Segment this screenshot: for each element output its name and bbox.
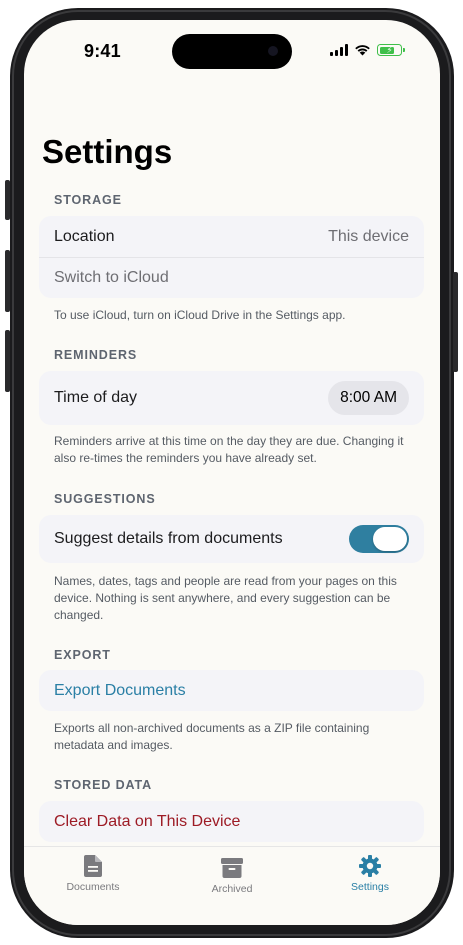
time-of-day-label: Time of day — [54, 389, 137, 406]
switch-to-icloud-row[interactable]: Switch to iCloud — [39, 257, 424, 298]
time-of-day-row: Time of day 8:00 AM — [39, 371, 424, 425]
tab-documents[interactable]: Documents — [43, 855, 143, 893]
reminders-footer: Reminders arrive at this time on the day… — [54, 434, 404, 465]
stored-data-card: Clear Data on This Device — [39, 801, 424, 842]
archive-box-icon — [221, 858, 243, 878]
cellular-signal-icon — [330, 44, 348, 56]
wifi-icon — [355, 45, 370, 56]
dynamic-island — [172, 34, 292, 69]
tab-archived-label: Archived — [211, 883, 253, 895]
suggestions-footer: Names, dates, tags and people are read f… — [54, 574, 397, 622]
location-label: Location — [54, 227, 115, 245]
status-time: 9:41 — [84, 41, 121, 61]
tab-settings[interactable]: Settings — [320, 855, 420, 893]
section-header-reminders: REMINDERS — [54, 348, 138, 362]
storage-card: Location This device Switch to iCloud — [39, 216, 424, 298]
action-button — [5, 180, 10, 220]
section-header-suggestions: SUGGESTIONS — [54, 492, 156, 506]
clear-data-button[interactable]: Clear Data on This Device — [39, 801, 424, 842]
section-header-storage: STORAGE — [54, 193, 122, 207]
document-icon — [84, 855, 102, 877]
tab-archived[interactable]: Archived — [182, 855, 282, 895]
tab-documents-label: Documents — [66, 881, 120, 893]
page-title: Settings — [42, 133, 173, 170]
section-header-stored-data: STORED DATA — [54, 778, 153, 792]
suggest-details-row: Suggest details from documents — [39, 515, 424, 563]
toggle-knob — [373, 527, 407, 551]
switch-to-icloud-label: Switch to iCloud — [54, 269, 169, 286]
power-button — [453, 272, 458, 372]
suggest-details-toggle[interactable] — [349, 525, 409, 553]
gear-icon — [359, 855, 381, 877]
time-picker-button[interactable]: 8:00 AM — [328, 381, 409, 415]
export-card: Export Documents — [39, 670, 424, 711]
reminders-card: Time of day 8:00 AM — [39, 371, 424, 425]
export-footer: Exports all non-archived documents as a … — [54, 721, 370, 752]
tab-bar: Documents Archived Settings — [24, 846, 440, 925]
location-row[interactable]: Location This device — [39, 216, 424, 257]
storage-footer: To use iCloud, turn on iCloud Drive in t… — [54, 308, 346, 322]
screen: 9:41 ⚡ Settings STORAGE Location This de… — [24, 20, 440, 925]
export-documents-button[interactable]: Export Documents — [39, 670, 424, 711]
volume-up-button — [5, 250, 10, 312]
tab-settings-label: Settings — [351, 881, 389, 893]
battery-charging-icon: ⚡ — [377, 44, 405, 56]
location-value: This device — [328, 227, 409, 245]
volume-down-button — [5, 330, 10, 392]
suggestions-card: Suggest details from documents — [39, 515, 424, 563]
suggest-details-label: Suggest details from documents — [54, 530, 283, 547]
camera-icon — [268, 46, 278, 56]
status-icons: ⚡ — [330, 44, 405, 56]
section-header-export: EXPORT — [54, 648, 111, 662]
